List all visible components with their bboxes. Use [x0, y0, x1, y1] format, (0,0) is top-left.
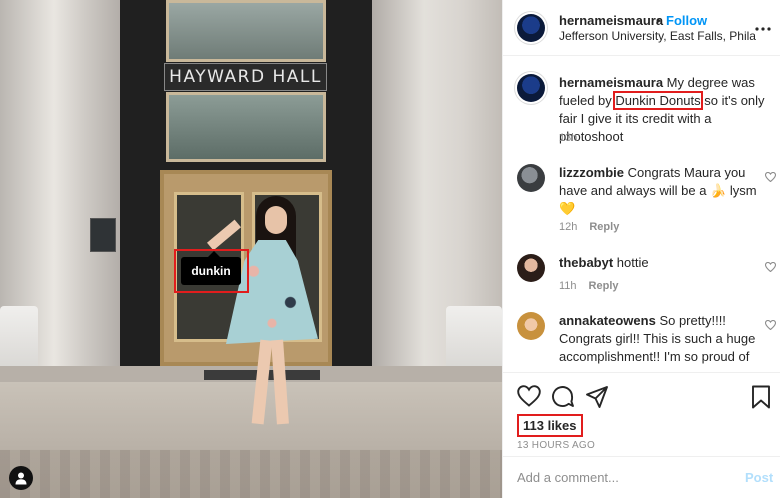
- follow-button[interactable]: Follow: [666, 13, 707, 28]
- share-icon: [586, 386, 608, 408]
- post-photo[interactable]: HAYWARD HALL dunkin: [0, 0, 502, 498]
- comment-time: 12h: [559, 221, 578, 233]
- comment-item: thebabyt hottie 11h Reply: [517, 254, 777, 294]
- post-timestamp: 13 HOURS AGO: [517, 440, 596, 451]
- heart-icon: [517, 385, 541, 407]
- like-button[interactable]: [517, 385, 541, 409]
- comment-body: hottie: [613, 255, 649, 270]
- bookmark-icon: [752, 385, 770, 409]
- comment-item: annakateowens So pretty!!!! Congrats gir…: [517, 312, 777, 370]
- post-side-panel: hernameismaura • Follow Jefferson Univer…: [502, 0, 780, 498]
- header-username[interactable]: hernameismaura: [559, 13, 663, 28]
- add-comment-bar: Add a comment... Post: [503, 456, 780, 498]
- face: [265, 206, 287, 234]
- comment-text: thebabyt hottie: [559, 254, 767, 272]
- comment-time: 13h: [559, 132, 578, 144]
- comment-button[interactable]: [551, 385, 575, 409]
- show-tags-button[interactable]: [9, 466, 33, 490]
- comment-username[interactable]: hernameismaura: [559, 75, 663, 90]
- comment-input[interactable]: Add a comment...: [517, 470, 619, 485]
- comment-username[interactable]: thebabyt: [559, 255, 613, 270]
- caption: hernameismaura My degree was fueled by D…: [517, 74, 767, 158]
- avatar[interactable]: [517, 312, 545, 340]
- building-sign: HAYWARD HALL: [164, 63, 327, 91]
- avatar[interactable]: [517, 164, 545, 192]
- reply-button[interactable]: Reply: [589, 280, 619, 292]
- caption-text: hernameismaura My degree was fueled by D…: [559, 74, 767, 146]
- middle-window: [166, 92, 326, 162]
- comment-time: 11h: [559, 280, 577, 292]
- upper-window: [166, 0, 326, 62]
- user-icon: [15, 472, 27, 485]
- heart-icon: [764, 319, 777, 331]
- likes-count[interactable]: 113 likes: [517, 414, 583, 437]
- heart-icon: [764, 171, 777, 183]
- post-actions: 113 likes 13 HOURS AGO: [503, 372, 780, 462]
- comment-item: lizzzombie Congrats Maura you have and a…: [517, 164, 777, 233]
- heart-icon: [764, 261, 777, 273]
- mention-dunkin-donuts[interactable]: Dunkin Donuts: [613, 91, 703, 110]
- comment-text: annakateowens So pretty!!!! Congrats gir…: [559, 312, 767, 370]
- avatar[interactable]: [517, 74, 545, 102]
- avatar[interactable]: [517, 14, 545, 42]
- share-button[interactable]: [585, 385, 609, 409]
- like-comment-button[interactable]: [764, 171, 777, 185]
- comment-meta: 12h Reply: [559, 221, 619, 233]
- save-button[interactable]: [751, 385, 775, 409]
- avatar[interactable]: [517, 254, 545, 282]
- user-tag-dunkin[interactable]: dunkin: [181, 257, 241, 285]
- more-options-button[interactable]: [755, 18, 771, 36]
- leg-left: [251, 339, 273, 425]
- comment-meta: 11h Reply: [559, 280, 619, 292]
- comment-icon: [552, 386, 574, 407]
- like-comment-button[interactable]: [764, 319, 777, 333]
- comment-username[interactable]: annakateowens: [559, 313, 656, 328]
- post-comment-button[interactable]: Post: [745, 470, 773, 485]
- like-comment-button[interactable]: [764, 261, 777, 275]
- comment-list[interactable]: hernameismaura My degree was fueled by D…: [503, 57, 780, 370]
- separator-dot: •: [656, 13, 661, 28]
- person-figure: [206, 196, 324, 436]
- location-link[interactable]: Jefferson University, East Falls, Phila: [559, 29, 756, 43]
- post-header: hernameismaura • Follow Jefferson Univer…: [503, 0, 780, 56]
- more-horizontal-icon: [755, 27, 771, 31]
- reply-button[interactable]: Reply: [589, 221, 619, 233]
- comment-username[interactable]: lizzzombie: [559, 165, 624, 180]
- wall-plaque: [90, 218, 116, 252]
- leg-right: [271, 339, 289, 425]
- brick-path: [0, 450, 502, 498]
- comment-text: lizzzombie Congrats Maura you have and a…: [559, 164, 767, 218]
